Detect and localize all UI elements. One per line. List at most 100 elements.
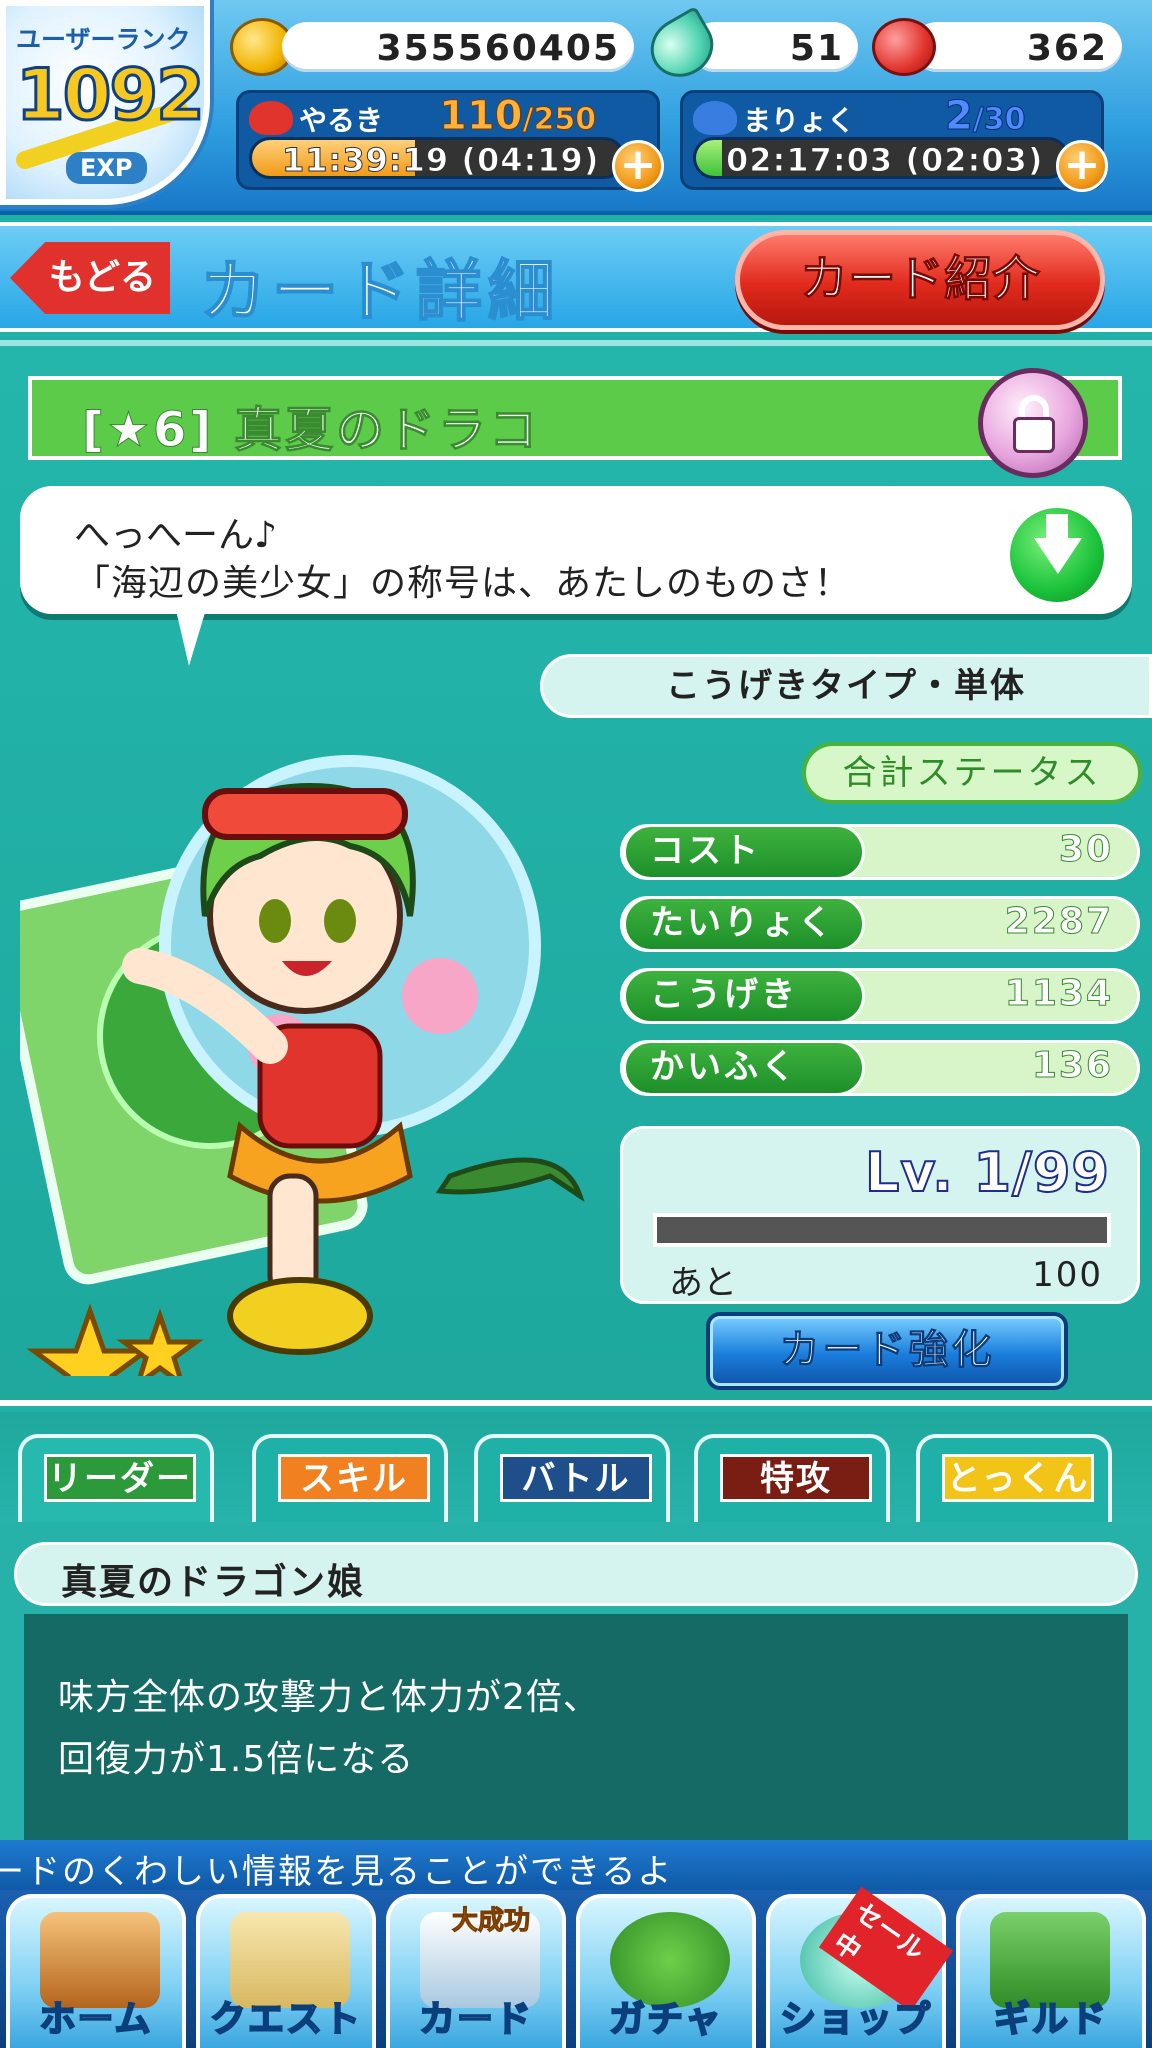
meat-value: 362: [1026, 28, 1108, 69]
skill-detail-panel: 真夏のドラゴン娘 味方全体の攻撃力と体力が2倍、 回復力が1.5倍になる: [0, 1522, 1152, 1840]
back-button[interactable]: もどる: [10, 242, 170, 314]
blue-puyo-icon: [693, 101, 737, 135]
down-arrow-head: [1034, 538, 1082, 574]
tab-label: スキル: [278, 1454, 430, 1502]
stamina-timer: 11:39:19 (04:19): [281, 141, 600, 179]
nav-gacha[interactable]: ガチャ: [576, 1894, 756, 2048]
stamina-label: やるき: [299, 104, 384, 137]
red-puyo-icon: [249, 101, 293, 135]
success-badge: 大成功: [451, 1906, 531, 1937]
meat-icon: [872, 18, 936, 76]
lock-button[interactable]: [978, 368, 1088, 478]
speech-bubble: へっへーん♪ 「海辺の美少女」の称号は、あたしのものさ！: [20, 486, 1132, 614]
nav-label: ガチャ: [608, 1998, 723, 2041]
stat-value: 2287: [1004, 901, 1113, 943]
user-rank-value: 1092: [15, 53, 207, 138]
stat-label: たいりょく: [623, 896, 865, 952]
rarity-stars: [26, 1303, 204, 1376]
stat-label: かいふく: [623, 1040, 865, 1096]
skill-name: 真夏のドラゴン娘: [61, 1562, 366, 1603]
skill-description-line-1: 味方全体の攻撃力と体力が2倍、: [58, 1677, 600, 1718]
hint-ticker-text: ードのくわしい情報を見ることができるよ: [0, 1852, 674, 1892]
tab-label: リーダー: [44, 1454, 196, 1502]
tab-training[interactable]: とっくん: [916, 1434, 1112, 1522]
user-rank-badge[interactable]: ユーザーランク 1092 EXP: [0, 0, 210, 205]
mana-value: 2/30: [945, 93, 1027, 140]
tab-label: 特攻: [720, 1454, 872, 1502]
nav-label: ショップ: [779, 1998, 932, 2041]
stat-label: こうげき: [623, 968, 865, 1024]
skill-description-line-2: 回復力が1.5倍になる: [58, 1739, 415, 1780]
gem-value: 51: [789, 28, 844, 69]
tab-leader[interactable]: リーダー: [18, 1434, 214, 1522]
stamina-max: /250: [522, 102, 597, 138]
skill-description: 味方全体の攻撃力と体力が2倍、 回復力が1.5倍になる: [24, 1614, 1128, 1840]
card-title-bar: [★6] 真夏のドラコ: [28, 376, 1122, 460]
next-voice-button[interactable]: [1010, 508, 1104, 602]
attack-type-label: こうげきタイプ・単体: [540, 654, 1152, 718]
nav-guild[interactable]: ギルド: [956, 1894, 1146, 2048]
level-box: Lv. 1/99 あと 100: [620, 1126, 1140, 1304]
card-detail-panel: [★6] 真夏のドラコ へっへーん♪ 「海辺の美少女」の称号は、あたしのものさ！: [0, 340, 1152, 1406]
stamina-gauge: やるき 110/250 11:39:19 (04:19): [236, 90, 660, 190]
total-status-label: 合計ステータス: [802, 742, 1142, 804]
stat-row-recovery: かいふく 136: [620, 1040, 1140, 1096]
nav-label: ギルド: [993, 1998, 1108, 2041]
nav-card[interactable]: 大成功 カード: [386, 1894, 566, 2048]
stamina-bar: 11:39:19 (04:19): [249, 137, 625, 179]
card-title: [★6] 真夏のドラコ: [81, 402, 541, 459]
page-header: もどる カード詳細 カード紹介: [0, 222, 1152, 332]
stamina-current: 110: [439, 93, 523, 140]
speech-line-2: 「海辺の美少女」の称号は、あたしのものさ！: [74, 563, 852, 604]
mana-max: /30: [972, 102, 1026, 138]
gem-counter: 51: [690, 22, 858, 72]
hint-ticker: ードのくわしい情報を見ることができるよ: [0, 1840, 1152, 1892]
speech-line-1: へっへーん♪: [74, 515, 277, 556]
bottom-nav: ホーム クエスト 大成功 カード ガチャ セール中 ショップ ギルド: [0, 1886, 1152, 2048]
tab-special-attack[interactable]: 特攻: [694, 1434, 890, 1522]
nav-home[interactable]: ホーム: [6, 1894, 186, 2048]
exp-remaining-value: 100: [1032, 1255, 1103, 1295]
info-tabs: リーダー スキル バトル 特攻 とっくん: [0, 1412, 1152, 1522]
lock-icon-body: [1013, 417, 1055, 453]
stat-row-attack: こうげき 1134: [620, 968, 1140, 1024]
character-illustration: [20, 755, 585, 1376]
coin-counter: 355560405: [282, 22, 634, 72]
stat-row-hp: たいりょく 2287: [620, 896, 1140, 952]
tab-label: バトル: [500, 1454, 652, 1502]
skill-name-bar: 真夏のドラゴン娘: [14, 1542, 1138, 1606]
add-stamina-button[interactable]: +: [612, 140, 664, 192]
add-mana-button[interactable]: +: [1056, 140, 1108, 192]
mana-gauge: まりょく 2/30 02:17:03 (02:03): [680, 90, 1104, 190]
meat-counter: 362: [912, 22, 1122, 72]
mana-bar: 02:17:03 (02:03): [693, 137, 1069, 179]
mana-label: まりょく: [743, 104, 856, 137]
status-bar: ユーザーランク 1092 EXP 355560405 51 362 やるき 11…: [0, 0, 1152, 215]
mana-bar-fill: [696, 140, 722, 176]
coin-value: 355560405: [376, 28, 620, 69]
exp-remaining-label: あと: [669, 1263, 737, 1303]
stat-value: 136: [1031, 1045, 1113, 1087]
exp-progress-bar: [653, 1213, 1111, 1247]
tab-skill[interactable]: スキル: [252, 1434, 448, 1522]
card-level: Lv. 1/99: [864, 1140, 1110, 1205]
stat-label: コスト: [623, 824, 865, 880]
tab-label: とっくん: [942, 1454, 1094, 1502]
page-title: カード詳細: [199, 252, 560, 331]
nav-label: ホーム: [39, 1998, 153, 2041]
tab-battle[interactable]: バトル: [474, 1434, 670, 1522]
user-rank-label: ユーザーランク: [16, 25, 191, 54]
mana-current: 2: [945, 93, 974, 140]
stamina-value: 110/250: [439, 93, 597, 140]
card-enhance-button[interactable]: カード強化: [706, 1312, 1068, 1390]
nav-shop[interactable]: セール中 ショップ: [766, 1886, 954, 2048]
nav-label: カード: [418, 1998, 533, 2041]
nav-label: クエスト: [209, 1998, 362, 2041]
stat-value: 1134: [1004, 973, 1113, 1015]
exp-label: EXP: [66, 152, 147, 184]
stat-row-cost: コスト 30: [620, 824, 1140, 880]
nav-quest[interactable]: クエスト: [196, 1894, 376, 2048]
down-arrow-icon: [1046, 514, 1068, 538]
stat-value: 30: [1058, 829, 1113, 871]
card-intro-button[interactable]: カード紹介: [735, 230, 1105, 330]
